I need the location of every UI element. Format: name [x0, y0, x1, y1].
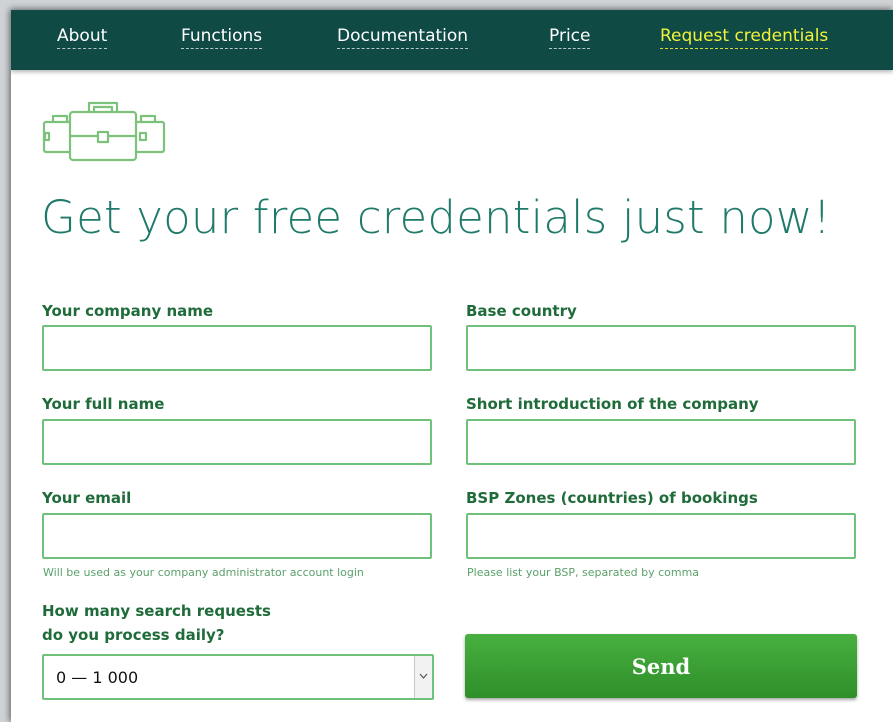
nav-link-price[interactable]: Price [549, 24, 591, 49]
nav-link-about[interactable]: About [57, 24, 108, 49]
requests-selected-value: 0 — 1 000 [56, 668, 139, 687]
company-name-input[interactable] [42, 325, 432, 371]
company-intro-label: Short introduction of the company [466, 395, 759, 413]
chevron-down-icon[interactable] [414, 656, 432, 698]
requests-label-line1: How many search requests [42, 602, 271, 620]
browser-page: About Functions Documentation Price Requ… [11, 10, 893, 722]
full-name-label: Your full name [42, 395, 165, 413]
bsp-zones-hint: Please list your BSP, separated by comma [467, 566, 700, 579]
bsp-zones-label: BSP Zones (countries) of bookings [466, 489, 758, 507]
page-title: Get your free credentials just now! [41, 191, 832, 244]
company-intro-input[interactable] [466, 419, 856, 465]
briefcases-icon [42, 101, 166, 162]
email-input[interactable] [42, 513, 432, 559]
send-button[interactable]: Send [465, 634, 857, 698]
top-navigation: About Functions Documentation Price Requ… [11, 10, 893, 70]
requests-select[interactable]: 0 — 1 000 [42, 654, 434, 700]
nav-link-documentation[interactable]: Documentation [337, 24, 469, 49]
email-hint: Will be used as your company administrat… [43, 566, 364, 579]
nav-link-functions[interactable]: Functions [181, 24, 263, 49]
base-country-input[interactable] [466, 325, 856, 371]
full-name-input[interactable] [42, 419, 432, 465]
nav-link-request-credentials[interactable]: Request credentials [660, 24, 829, 49]
requests-label-line2: do you process daily? [42, 626, 225, 644]
company-name-label: Your company name [42, 302, 214, 320]
base-country-label: Base country [466, 302, 577, 320]
bsp-zones-input[interactable] [466, 513, 856, 559]
email-label: Your email [42, 489, 132, 507]
